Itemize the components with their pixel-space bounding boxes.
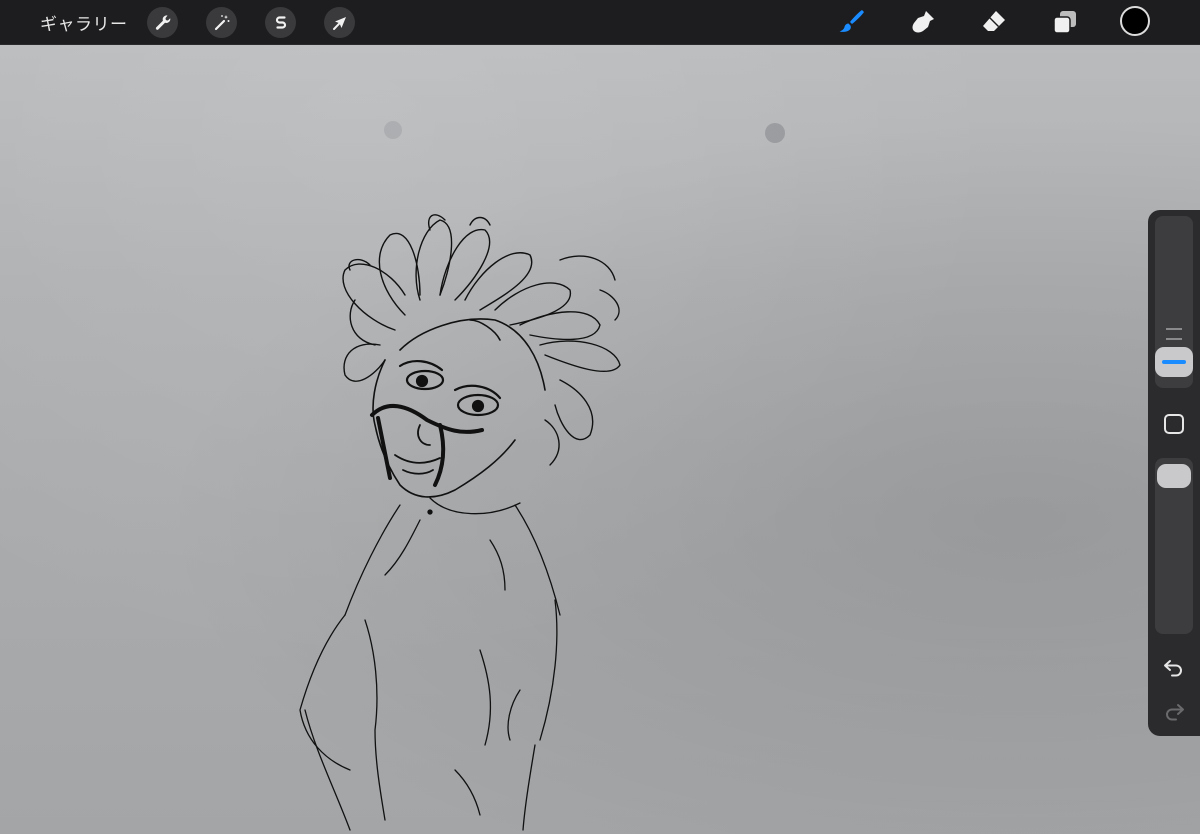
sketch-artwork <box>299 121 785 831</box>
brush-size-thumb[interactable] <box>1155 347 1193 377</box>
transform-button[interactable] <box>324 7 355 38</box>
modify-button[interactable] <box>1160 410 1188 438</box>
color-picker-button[interactable] <box>1120 6 1150 36</box>
magic-wand-icon <box>214 14 229 30</box>
brush-size-slider[interactable] <box>1155 216 1193 388</box>
slider-tick <box>1166 328 1182 330</box>
opacity-thumb[interactable] <box>1157 464 1191 488</box>
eraser-icon <box>983 11 1005 31</box>
brush-size-indicator <box>1162 360 1186 364</box>
eraser-tool-button[interactable] <box>977 5 1011 39</box>
smudge-tool-button[interactable] <box>906 5 940 39</box>
redo-button[interactable] <box>1160 698 1188 726</box>
smudge-icon <box>912 11 934 33</box>
layers-button[interactable] <box>1048 5 1082 39</box>
layers-icon <box>1053 11 1076 34</box>
arrow-cursor-icon <box>332 16 346 30</box>
wrench-icon <box>155 14 170 30</box>
slider-tick <box>1166 338 1182 340</box>
drawing-canvas[interactable] <box>0 45 1200 834</box>
paint-tool-button[interactable] <box>834 5 868 39</box>
actions-button[interactable] <box>147 7 178 38</box>
selection-s-icon <box>275 15 286 29</box>
selection-button[interactable] <box>265 7 296 38</box>
brush-icon <box>839 10 864 32</box>
adjustments-button[interactable] <box>206 7 237 38</box>
undo-button[interactable] <box>1160 654 1188 682</box>
opacity-slider[interactable] <box>1155 458 1193 634</box>
top-toolbar: ギャラリー <box>0 0 1200 45</box>
redo-icon <box>1166 704 1184 721</box>
undo-icon <box>1164 660 1182 677</box>
side-toolbar <box>1148 210 1200 736</box>
gallery-button[interactable]: ギャラリー <box>40 10 128 35</box>
square-icon <box>1164 414 1184 434</box>
